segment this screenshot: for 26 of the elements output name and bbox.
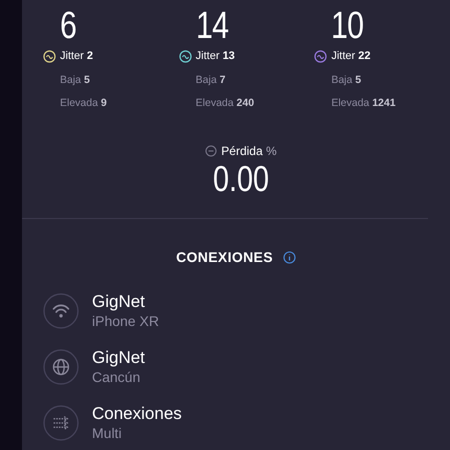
metric-value: 6 [60,6,76,46]
high-text: Elevada 240 [196,96,256,112]
connection-subtitle: Multi [92,424,123,442]
connection-title: Conexiones [92,404,182,424]
metric-value: 14 [196,6,228,46]
loss-value: 0.00 [212,160,270,198]
connection-title: GigNet [92,292,146,312]
arrows-icon [43,405,79,441]
wifi-icon [43,293,79,329]
info-icon[interactable] [282,251,296,264]
loss-label: Pérdida % [221,143,277,160]
jitter-text: Jitter 13 [196,49,235,64]
connection-subtitle: Cancún [92,368,142,386]
connection-subtitle: iPhone XR [92,312,159,330]
jitter-text: Jitter 2 [60,49,94,64]
high-text: Elevada 9 [60,96,108,112]
metric-value: 10 [331,6,364,46]
section-title: CONEXIONES [176,248,273,267]
jitter-text: Jitter 22 [331,49,370,64]
low-text: Baja 5 [60,72,91,88]
high-text: Elevada 1241 [331,96,397,112]
low-text: Baja 5 [331,72,362,88]
globe-icon [43,349,79,385]
loss-icon [205,145,218,157]
low-text: Baja 7 [196,72,226,88]
connection-title: GigNet [92,348,145,368]
